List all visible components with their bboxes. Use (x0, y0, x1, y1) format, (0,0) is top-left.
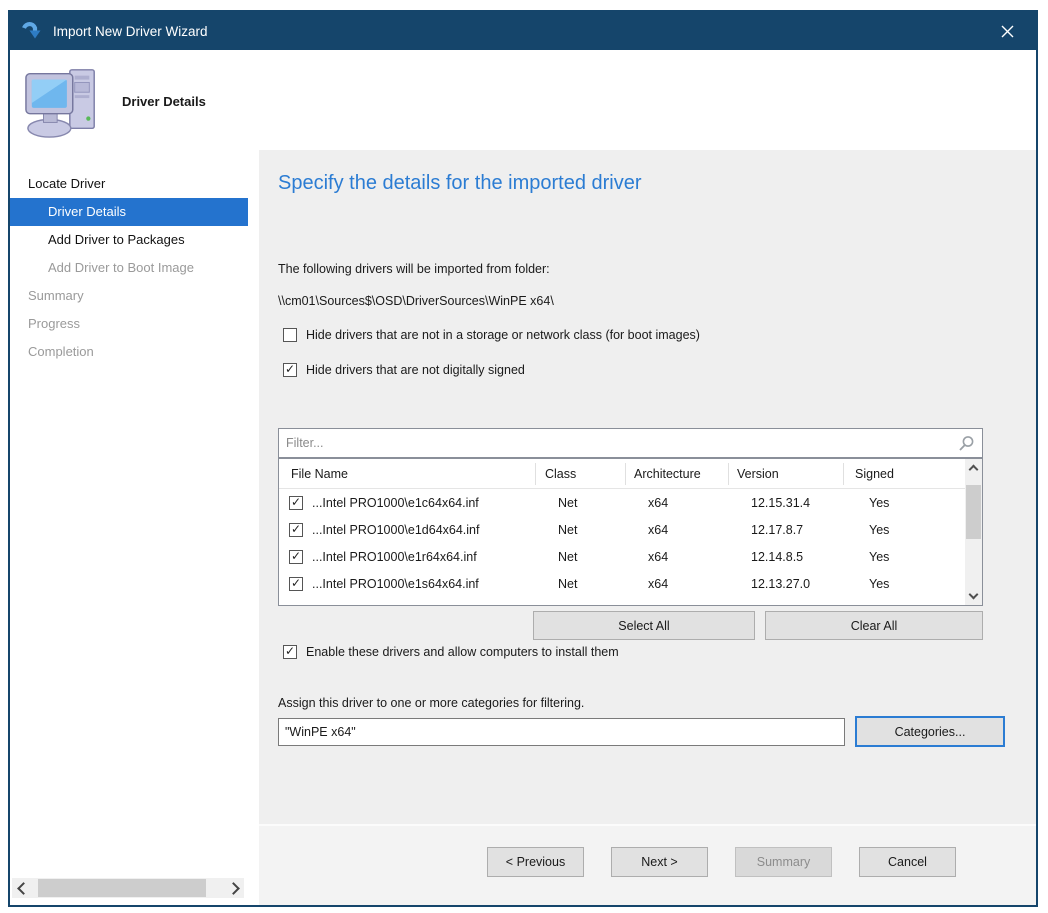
cell-class: Net (558, 523, 648, 537)
row-checkbox[interactable] (289, 550, 303, 564)
driver-source-path: \\cm01\Sources$\OSD\DriverSources\WinPE … (278, 294, 554, 308)
import-intro-text: The following drivers will be imported f… (278, 262, 550, 276)
next-button[interactable]: Next > (611, 847, 708, 877)
cell-file-name: ...Intel PRO1000\e1s64x64.inf (312, 577, 558, 591)
close-icon (1000, 24, 1015, 39)
step-list: Locate Driver Driver Details Add Driver … (10, 170, 248, 366)
summary-button: Summary (735, 847, 832, 877)
column-header-signed[interactable]: Signed (844, 463, 982, 485)
filter-box (278, 428, 983, 458)
sidebar-item-add-driver-to-boot-image: Add Driver to Boot Image (10, 254, 248, 282)
content-panel: Specify the details for the imported dri… (259, 150, 1036, 905)
cell-file-name: ...Intel PRO1000\e1d64x64.inf (312, 523, 558, 537)
previous-button[interactable]: < Previous (487, 847, 584, 877)
table-row[interactable]: ...Intel PRO1000\e1r64x64.inf Net x64 12… (279, 543, 982, 570)
hide-storage-checkbox[interactable] (283, 328, 297, 342)
wizard-footer: < Previous Next > Summary Cancel (259, 824, 1036, 905)
wizard-window: Import New Driver Wizard Driver Details (8, 10, 1038, 907)
categories-input[interactable] (278, 718, 845, 746)
select-all-button[interactable]: Select All (533, 611, 755, 640)
scroll-right-arrow-icon[interactable] (226, 878, 244, 898)
row-checkbox[interactable] (289, 496, 303, 510)
scroll-up-arrow-icon[interactable] (965, 459, 982, 476)
cell-version: 12.17.8.7 (751, 523, 869, 537)
table-row[interactable]: ...Intel PRO1000\e1s64x64.inf Net x64 12… (279, 570, 982, 597)
column-header-file-name[interactable]: File Name (279, 463, 536, 485)
vertical-scrollbar-thumb[interactable] (966, 485, 981, 539)
enable-drivers-checkbox[interactable] (283, 645, 297, 659)
hide-storage-checkbox-label: Hide drivers that are not in a storage o… (306, 328, 700, 342)
column-header-version[interactable]: Version (729, 463, 844, 485)
hide-unsigned-checkbox-row: Hide drivers that are not digitally sign… (283, 363, 525, 377)
cell-version: 12.15.31.4 (751, 496, 869, 510)
hide-unsigned-checkbox[interactable] (283, 363, 297, 377)
hide-storage-checkbox-row: Hide drivers that are not in a storage o… (283, 328, 700, 342)
hide-unsigned-checkbox-label: Hide drivers that are not digitally sign… (306, 363, 525, 377)
driver-table-header: File Name Class Architecture Version Sig… (279, 459, 982, 489)
driver-table: File Name Class Architecture Version Sig… (278, 458, 983, 606)
sidebar-item-progress: Progress (10, 310, 248, 338)
enable-drivers-checkbox-label: Enable these drivers and allow computers… (306, 645, 619, 659)
table-row[interactable]: ...Intel PRO1000\e1c64x64.inf Net x64 12… (279, 489, 982, 516)
cell-class: Net (558, 496, 648, 510)
table-row[interactable]: ...Intel PRO1000\e1d64x64.inf Net x64 12… (279, 516, 982, 543)
page-title: Driver Details (122, 94, 206, 109)
table-vertical-scrollbar[interactable] (965, 459, 982, 605)
cell-file-name: ...Intel PRO1000\e1c64x64.inf (312, 496, 558, 510)
window-title: Import New Driver Wizard (53, 24, 208, 39)
sidebar-horizontal-scrollbar[interactable] (12, 878, 244, 898)
categories-button[interactable]: Categories... (855, 716, 1005, 747)
cell-class: Net (558, 550, 648, 564)
cell-architecture: x64 (648, 577, 751, 591)
sidebar-item-driver-details[interactable]: Driver Details (10, 198, 248, 226)
cell-architecture: x64 (648, 523, 751, 537)
sidebar-item-summary: Summary (10, 282, 248, 310)
search-icon (958, 435, 975, 452)
close-button[interactable] (990, 16, 1024, 46)
wizard-arrow-icon (21, 20, 43, 42)
cell-file-name: ...Intel PRO1000\e1r64x64.inf (312, 550, 558, 564)
wizard-body: Locate Driver Driver Details Add Driver … (10, 150, 1036, 905)
column-header-class[interactable]: Class (536, 463, 626, 485)
wizard-page-header: Driver Details (10, 50, 1036, 150)
content-heading: Specify the details for the imported dri… (278, 172, 642, 195)
clear-all-button[interactable]: Clear All (765, 611, 983, 640)
cell-version: 12.13.27.0 (751, 577, 869, 591)
sidebar-item-add-driver-to-packages[interactable]: Add Driver to Packages (10, 226, 248, 254)
cancel-button[interactable]: Cancel (859, 847, 956, 877)
column-header-architecture[interactable]: Architecture (626, 463, 729, 485)
sidebar-item-locate-driver[interactable]: Locate Driver (10, 170, 248, 198)
computer-icon (24, 62, 102, 140)
scroll-down-arrow-icon[interactable] (965, 588, 982, 605)
sidebar-item-completion: Completion (10, 338, 248, 366)
filter-input[interactable] (286, 431, 936, 455)
row-checkbox[interactable] (289, 523, 303, 537)
enable-drivers-checkbox-row: Enable these drivers and allow computers… (283, 645, 619, 659)
cell-architecture: x64 (648, 550, 751, 564)
scroll-left-arrow-icon[interactable] (12, 878, 30, 898)
cell-version: 12.14.8.5 (751, 550, 869, 564)
title-bar: Import New Driver Wizard (10, 12, 1036, 50)
assign-categories-label: Assign this driver to one or more catego… (278, 696, 584, 710)
wizard-step-sidebar: Locate Driver Driver Details Add Driver … (10, 150, 248, 905)
row-checkbox[interactable] (289, 577, 303, 591)
cell-architecture: x64 (648, 496, 751, 510)
horizontal-scrollbar-thumb[interactable] (38, 879, 206, 897)
cell-class: Net (558, 577, 648, 591)
